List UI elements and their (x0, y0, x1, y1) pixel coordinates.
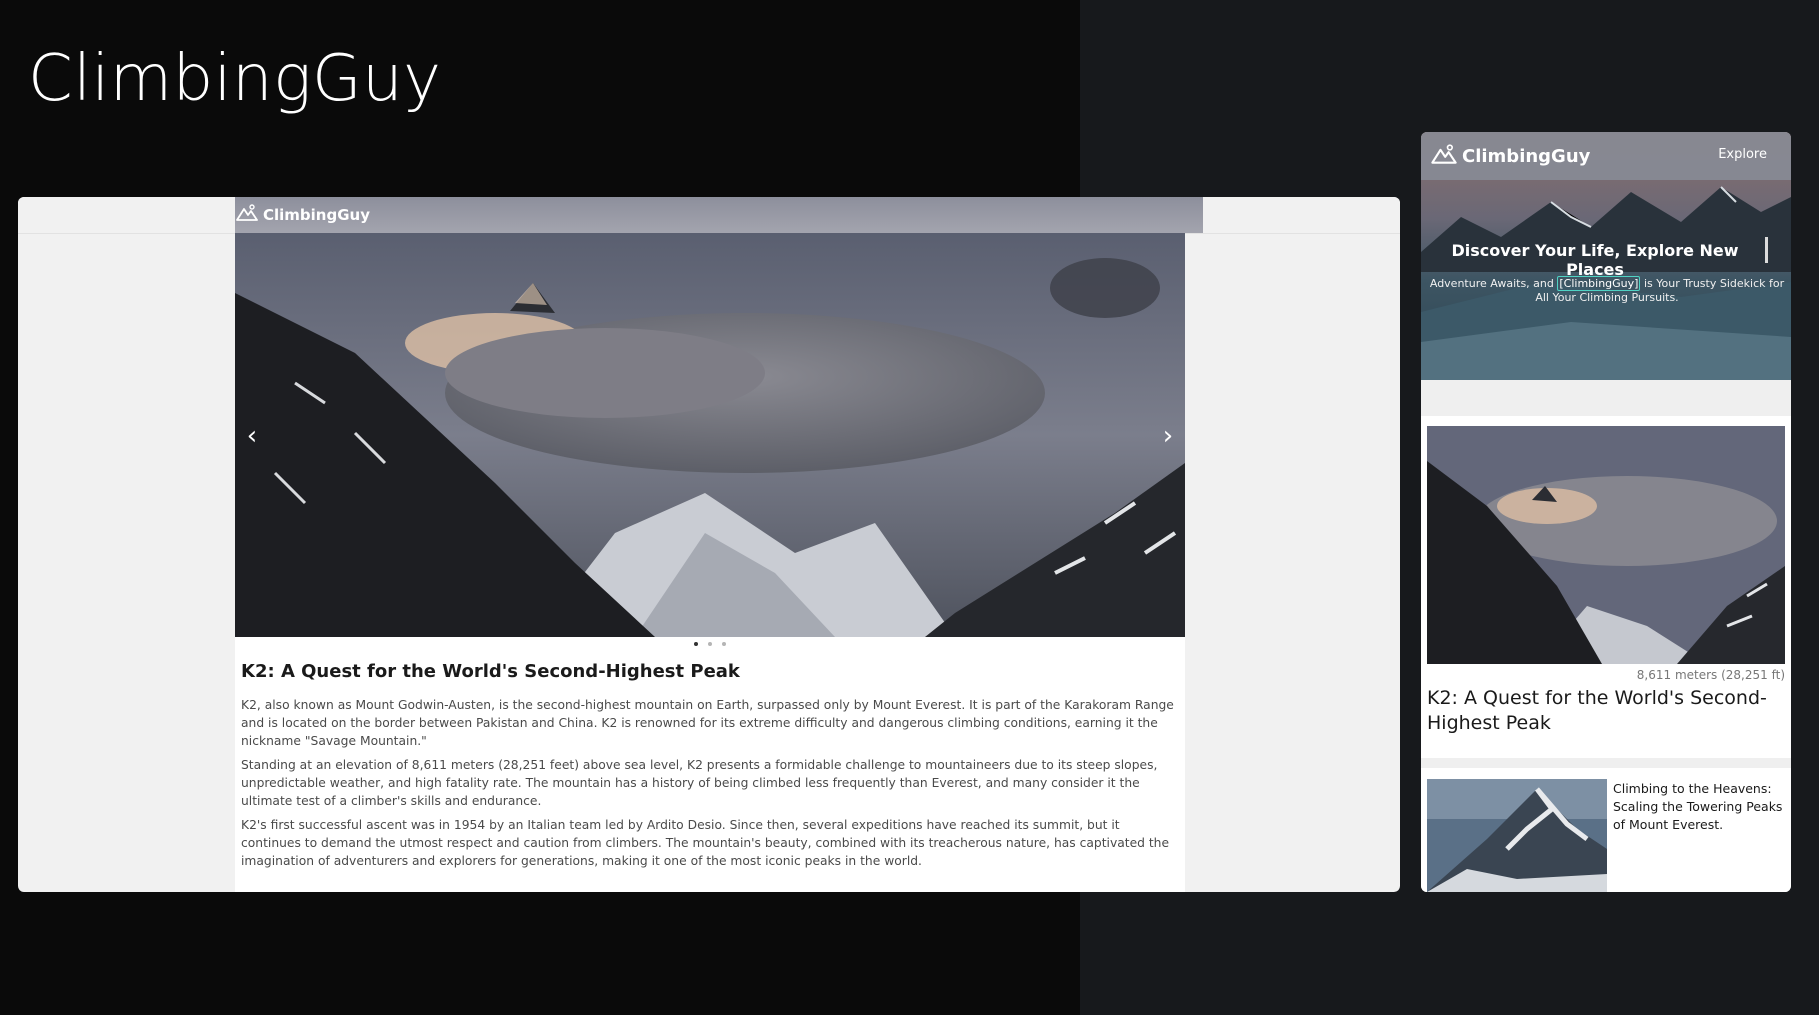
mobile-hero: ClimbingGuy Explore Discover Your Life, … (1421, 132, 1791, 380)
carousel-next-button[interactable]: › (1153, 421, 1183, 451)
carousel-dot[interactable] (708, 642, 712, 646)
article-paragraph: K2's first successful ascent was in 1954… (241, 818, 1170, 868)
article-list-title[interactable]: Climbing to the Heavens: Scaling the Tow… (1613, 780, 1785, 834)
navbar-strip (235, 197, 1203, 233)
article-paragraph: Standing at an elevation of 8,611 meters… (241, 758, 1158, 808)
chevron-left-icon: ‹ (246, 421, 258, 451)
elevation-meta: 8,611 meters (28,251 ft) (1636, 668, 1785, 682)
featured-article-card[interactable]: 8,611 meters (28,251 ft) K2: A Quest for… (1421, 416, 1791, 758)
k2-thumbnail (1427, 426, 1785, 664)
article-title: K2: A Quest for the World's Second-Highe… (241, 661, 740, 682)
desktop-navbar: ClimbingGuy (18, 197, 1400, 234)
article-list-item[interactable]: Climbing to the Heavens: Scaling the Tow… (1421, 768, 1791, 892)
carousel-indicators (235, 642, 1185, 646)
featured-article-title[interactable]: K2: A Quest for the World's Second-Highe… (1427, 686, 1777, 736)
mobile-logo[interactable]: ClimbingGuy (1431, 144, 1590, 169)
article-paragraph: K2, also known as Mount Godwin-Austen, i… (241, 698, 1174, 748)
explore-link[interactable]: Explore (1718, 147, 1767, 162)
everest-thumbnail (1427, 779, 1607, 892)
mobile-navbar: ClimbingGuy Explore (1421, 132, 1791, 180)
brand-title: ClimbingGuy (28, 42, 442, 116)
hero-heading: Discover Your Life, Explore New Places (1451, 241, 1739, 279)
carousel-prev-button[interactable]: ‹ (237, 421, 267, 451)
k2-carousel-image: ‹ › (235, 233, 1185, 637)
desktop-mockup: ClimbingGuy ‹ › K2: A Quest for the Worl… (18, 197, 1400, 892)
mountain-logo-icon (1431, 144, 1457, 169)
mountain-logo-icon (236, 204, 258, 226)
hero-subtitle-text: Adventure Awaits, and (1429, 277, 1558, 290)
mobile-mockup: ClimbingGuy Explore Discover Your Life, … (1421, 132, 1791, 892)
chevron-right-icon: › (1162, 421, 1174, 451)
carousel-dot[interactable] (694, 642, 698, 646)
desktop-logo[interactable]: ClimbingGuy (236, 204, 370, 226)
desktop-logo-text: ClimbingGuy (263, 206, 370, 224)
mobile-logo-text: ClimbingGuy (1462, 146, 1591, 167)
carousel-dot[interactable] (722, 642, 726, 646)
hero-subtitle: Adventure Awaits, and [ClimbingGuy] is Y… (1427, 276, 1787, 305)
typing-cursor (1765, 237, 1768, 263)
desktop-content: ‹ › K2: A Quest for the World's Second-H… (235, 233, 1185, 892)
article-body: K2, also known as Mount Godwin-Austen, i… (241, 696, 1177, 876)
brand-highlight: [ClimbingGuy] (1557, 276, 1641, 291)
